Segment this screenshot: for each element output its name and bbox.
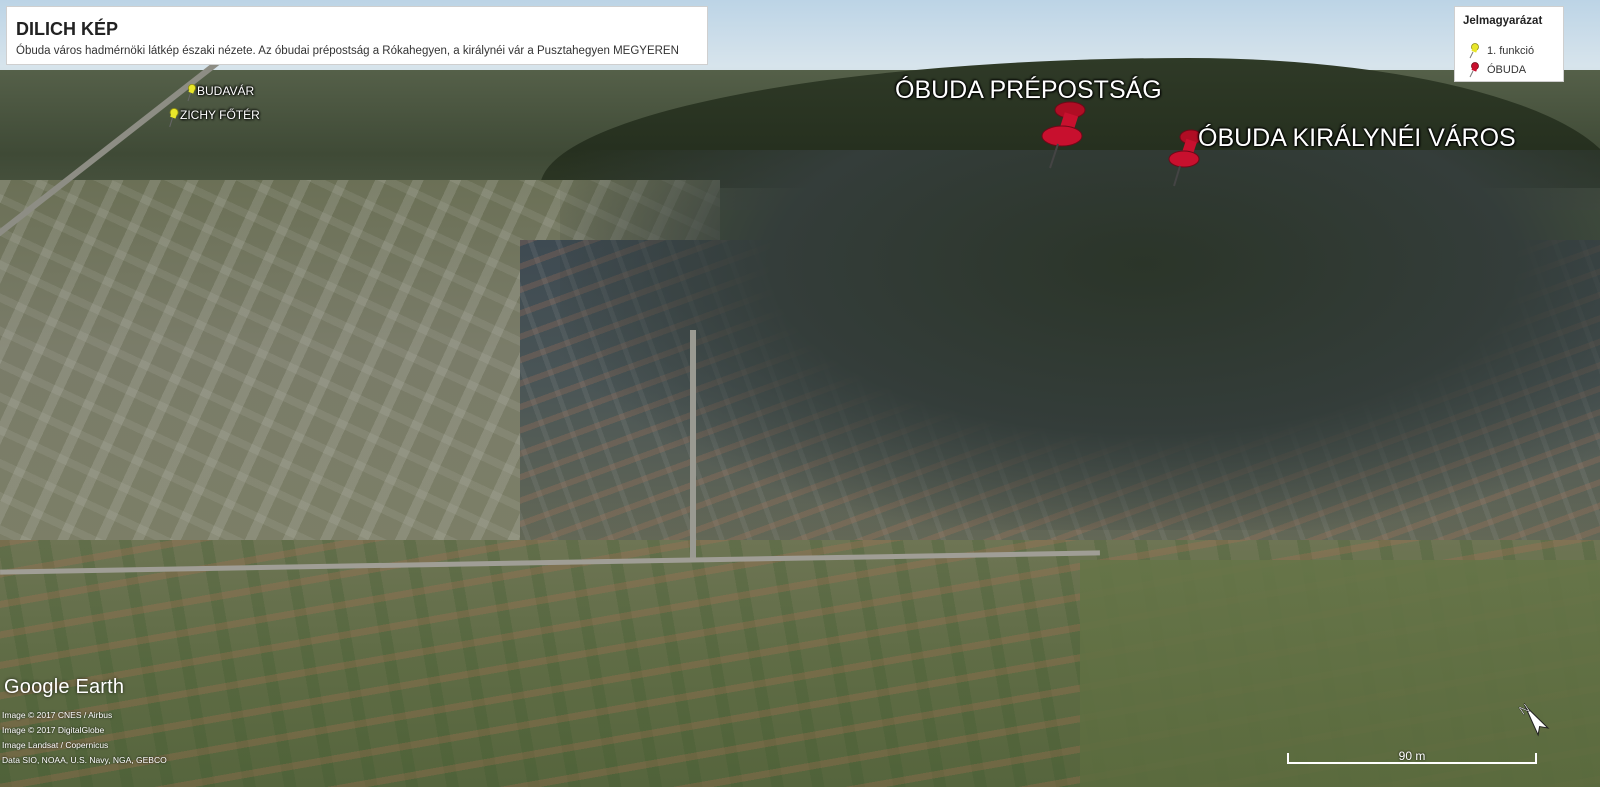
scale-bar: 90 m (1287, 749, 1537, 765)
yellow-pushpin-icon (1469, 43, 1479, 59)
imagery-credits: Image © 2017 CNES / Airbus Image © 2017 … (2, 708, 167, 768)
placemark-label-obuda-kiralynei-varos[interactable]: ÓBUDA KIRÁLYNÉI VÁROS (1198, 124, 1516, 153)
title-panel: DILICH KÉP Óbuda város hadmérnöki látkép… (6, 6, 708, 65)
placemark-label-budavar[interactable]: BUDAVÁR (197, 84, 254, 98)
legend-item-label: ÓBUDA (1487, 64, 1527, 76)
placemark-label-obuda-prepostsag[interactable]: ÓBUDA PRÉPOSTSÁG (895, 76, 1162, 105)
north-compass-icon[interactable]: N (1514, 694, 1556, 742)
credit-line: Image Landsat / Copernicus (2, 740, 109, 750)
scale-label: 90 m (1398, 749, 1426, 763)
legend-title: Jelmagyarázat (1463, 15, 1543, 27)
legend-panel: Jelmagyarázat 1. funkció ÓBUDA (1454, 6, 1564, 82)
google-earth-logo: Google Earth (4, 676, 125, 698)
yellow-pushpin-icon[interactable] (184, 84, 198, 102)
legend-item-1-funkcio[interactable]: 1. funkció (1467, 43, 1534, 59)
legend-item-label: 1. funkció (1487, 45, 1535, 57)
yellow-pushpin-icon[interactable] (165, 108, 181, 128)
credit-line: Data SIO, NOAA, U.S. Navy, NGA, GEBCO (2, 755, 167, 765)
placemark-label-zichy-foter[interactable]: ZICHY FŐTÉR (180, 108, 260, 122)
red-pushpin-icon (1469, 62, 1479, 78)
credit-line: Image © 2017 DigitalGlobe (2, 725, 105, 735)
red-pushpin-icon[interactable] (1038, 100, 1090, 170)
road (690, 330, 696, 560)
legend-item-obuda[interactable]: ÓBUDA (1467, 62, 1526, 78)
forested-hill (560, 150, 1600, 530)
map-title: DILICH KÉP (16, 19, 119, 39)
credit-line: Image © 2017 CNES / Airbus (2, 710, 113, 720)
map-description: Óbuda város hadmérnöki látkép északi néz… (16, 45, 679, 57)
